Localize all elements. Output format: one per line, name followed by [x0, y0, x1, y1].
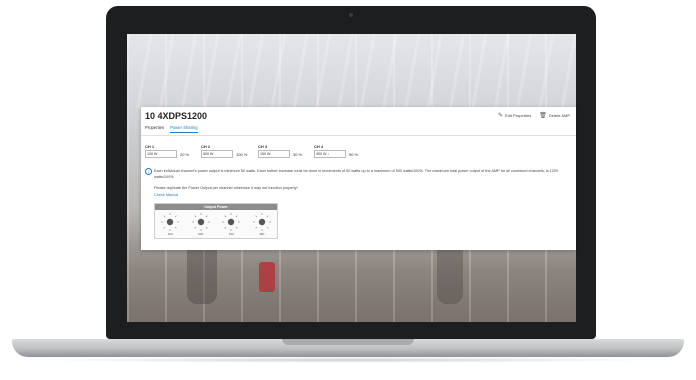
tab-divider — [141, 135, 576, 136]
tab-properties[interactable]: Properties — [145, 125, 164, 133]
stepper-icon[interactable]: ↕ — [327, 152, 329, 156]
dial-ch2: 500 — [191, 212, 211, 236]
delete-amp-label: Delete AMP — [548, 113, 570, 118]
dial-icon — [222, 213, 241, 231]
channel-2-input[interactable]: 500 W — [201, 150, 233, 158]
channel-label: CH 2 — [201, 144, 211, 149]
dial-icon — [161, 213, 180, 231]
laptop-notch — [282, 339, 414, 345]
output-power-dials: 100 500 150 450 — [155, 210, 277, 236]
dial-ch1: 100 — [160, 212, 180, 236]
edit-properties-label: Edit Properties — [505, 113, 532, 118]
channel-4-percent: 90 % — [349, 151, 359, 157]
dial-icon — [191, 213, 210, 231]
page-title: 10 4XDPS1200 — [145, 111, 208, 121]
dial-value: 150 — [228, 232, 234, 236]
info-icon: i — [145, 168, 152, 175]
dial-ch4: 450 — [252, 212, 272, 236]
dial-ch3: 150 — [221, 212, 241, 236]
tab-bar: Properties Power Sharing — [145, 125, 198, 133]
channel-2: CH 2 500 W 100 % — [201, 144, 247, 158]
channel-label: CH 4 — [314, 144, 324, 149]
channel-3: CH 3 150 W 30 % — [258, 144, 302, 158]
pencil-icon: ✎ — [497, 113, 504, 119]
channel-4-input[interactable]: 450 W ↕ — [314, 150, 346, 158]
channel-3-input[interactable]: 150 W — [258, 150, 290, 158]
amp-panel: 10 4XDPS1200 ✎ Edit Properties 🗑 Delete … — [141, 107, 576, 250]
background-ceiling — [127, 34, 576, 109]
laptop-shadow — [40, 357, 656, 363]
channel-label: CH 1 — [145, 144, 155, 149]
trash-icon: 🗑 — [539, 113, 547, 119]
channel-4-value: 450 W — [316, 152, 327, 156]
info-message: i Each individual channel's power output… — [145, 168, 570, 180]
background-suitcase — [259, 262, 275, 292]
check-manual-link[interactable]: Check Manual — [154, 193, 178, 197]
channel-1-input[interactable]: 100 W — [145, 150, 177, 158]
channel-2-percent: 100 % — [236, 151, 248, 157]
tab-power-sharing[interactable]: Power Sharing — [170, 125, 198, 133]
panel-actions: ✎ Edit Properties 🗑 Delete AMP — [498, 112, 570, 119]
warning-text: Please replicate the Power Output per ch… — [154, 186, 298, 190]
output-power-box: Output Power 100 500 150 450 — [154, 203, 278, 239]
dial-value: 450 — [259, 232, 265, 236]
info-text: Each individual channel's power output i… — [154, 169, 559, 179]
channel-4: CH 4 450 W ↕ 90 % — [314, 144, 358, 158]
dial-icon — [252, 213, 271, 231]
channel-label: CH 3 — [258, 144, 268, 149]
channel-3-percent: 30 % — [293, 151, 303, 157]
channel-1: CH 1 100 W 20 % — [145, 144, 189, 158]
edit-properties-button[interactable]: ✎ Edit Properties — [498, 112, 531, 119]
camera-icon — [349, 13, 353, 17]
delete-amp-button[interactable]: 🗑 Delete AMP — [539, 112, 570, 119]
channel-1-percent: 20 % — [180, 151, 190, 157]
dial-value: 100 — [167, 232, 173, 236]
dial-value: 500 — [198, 232, 204, 236]
